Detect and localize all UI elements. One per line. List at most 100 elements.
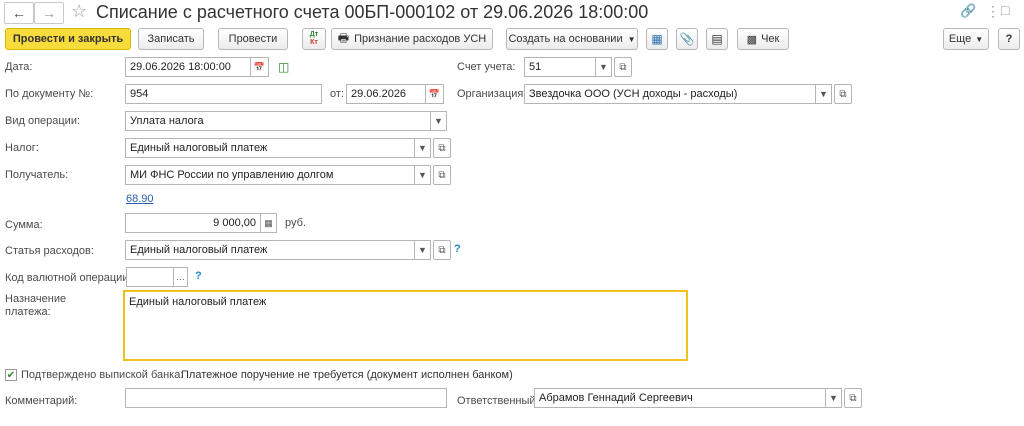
op-type-label: Вид операции: (5, 115, 81, 127)
maximize-icon[interactable]: □ (1001, 2, 1009, 18)
calculator-button[interactable]: ▦ (261, 213, 277, 233)
sum-field[interactable]: 9 000,00 (125, 213, 261, 233)
from-date-field[interactable]: 29.06.2026 (346, 84, 426, 104)
more-vert-icon[interactable]: ⋮ (986, 3, 1000, 20)
calculator-icon: ▦ (264, 217, 273, 228)
expense-open-button[interactable]: ⧉ (433, 240, 451, 260)
create-based-on-label: Создать на основании (508, 33, 623, 45)
currency-code-help-icon[interactable]: ? (195, 270, 202, 282)
org-field[interactable]: Звездочка ООО (УСН доходы - расходы) (524, 84, 816, 104)
caret-down-icon: ▼ (418, 170, 427, 180)
paperclip-icon: 📎 (679, 32, 695, 46)
account-field[interactable]: 51 (524, 57, 596, 77)
report-button[interactable]: ▤ (706, 28, 728, 50)
dtkt-icon-bottom: Кт (310, 39, 318, 46)
currency-code-field[interactable] (126, 267, 174, 287)
org-label: Организация: (457, 88, 527, 100)
account-dropdown[interactable]: ▼ (596, 57, 612, 77)
forward-button[interactable]: → (34, 2, 64, 24)
responsible-field[interactable]: Абрамов Геннадий Сергеевич (534, 388, 826, 408)
cash-register-icon: ▩ (746, 33, 758, 46)
tax-label: Налог: (5, 142, 39, 154)
recipient-open-button[interactable]: ⧉ (433, 165, 451, 185)
page-title: Списание с расчетного счета 00БП-000102 … (96, 2, 649, 22)
caret-down-icon: ▼ (434, 116, 443, 126)
currency-label: руб. (285, 217, 306, 229)
check-button[interactable]: ▩ Чек (737, 28, 789, 50)
dtkt-button[interactable]: Дт Кт (302, 28, 326, 50)
check-label: Чек (761, 33, 780, 45)
arrow-right-icon: → (42, 5, 56, 21)
ellipsis-icon: … (176, 272, 185, 282)
doc-no-label: По документу №: (5, 88, 94, 100)
confirmed-note: Платежное поручение не требуется (докуме… (181, 369, 513, 381)
responsible-label: Ответственный: (457, 395, 539, 407)
expense-help-icon[interactable]: ? (454, 243, 461, 255)
recipient-dropdown[interactable]: ▼ (415, 165, 431, 185)
post-and-close-button[interactable]: Провести и закрыть (5, 28, 131, 50)
account-open-button[interactable]: ⧉ (614, 57, 632, 77)
arrow-left-icon: ← (12, 5, 26, 21)
structure-button[interactable]: ▦ (646, 28, 668, 50)
purpose-textarea[interactable]: Единый налоговый платеж (123, 290, 688, 361)
expense-field[interactable]: Единый налоговый платеж (125, 240, 415, 260)
purpose-label-line2: платежа: (5, 306, 51, 318)
attach-button[interactable]: 📎 (676, 28, 698, 50)
from-label: от: (330, 88, 344, 100)
comment-label: Комментарий: (5, 395, 78, 407)
org-dropdown[interactable]: ▼ (816, 84, 832, 104)
open-form-icon: ⧉ (849, 392, 857, 404)
calendar-button[interactable]: 📅 (251, 57, 269, 77)
save-button[interactable]: Записать (138, 28, 204, 50)
star-icon[interactable]: ☆ (71, 1, 87, 22)
caret-down-icon: ▼ (418, 143, 427, 153)
confirmed-checkbox[interactable]: ✔ (5, 369, 17, 381)
printer-icon: 🖶 (337, 30, 350, 45)
checkmark-icon: ✔ (6, 369, 16, 381)
dtkt-icon-top: Дт (309, 31, 319, 38)
doc-no-field[interactable]: 954 (125, 84, 322, 104)
reception-icon[interactable]: ◫ (278, 60, 289, 74)
help-button[interactable]: ? (998, 28, 1020, 50)
responsible-dropdown[interactable]: ▼ (826, 388, 842, 408)
comment-field[interactable] (125, 388, 447, 408)
caret-down-icon: ▼ (599, 62, 608, 72)
currency-code-label: Код валютной операции: (5, 272, 132, 284)
op-type-dropdown[interactable]: ▼ (431, 111, 447, 131)
recognize-expenses-label: Признание расходов УСН (354, 33, 487, 45)
calendar-icon: 📅 (428, 88, 441, 99)
open-form-icon: ⧉ (619, 61, 627, 73)
recipient-field[interactable]: МИ ФНС России по управлению долгом (125, 165, 415, 185)
open-form-icon: ⧉ (438, 142, 446, 154)
tax-dropdown[interactable]: ▼ (415, 138, 431, 158)
from-calendar-button[interactable]: 📅 (426, 84, 444, 104)
link-icon[interactable]: 🔗 (960, 3, 976, 19)
calendar-icon: 📅 (253, 61, 266, 72)
expense-label: Статья расходов: (5, 245, 94, 257)
account-label: Счет учета: (457, 61, 516, 73)
tax-open-button[interactable]: ⧉ (433, 138, 451, 158)
open-form-icon: ⧉ (438, 169, 446, 181)
currency-code-select-button[interactable]: … (174, 267, 188, 287)
open-form-icon: ⧉ (438, 244, 446, 256)
structure-icon: ▦ (651, 32, 663, 46)
recognize-expenses-button[interactable]: 🖶 Признание расходов УСН (331, 28, 493, 50)
caret-down-icon: ▼ (975, 34, 984, 44)
more-button[interactable]: Еще ▼ (943, 28, 989, 50)
op-type-field[interactable]: Уплата налога (125, 111, 431, 131)
account-link[interactable]: 68.90 (126, 193, 154, 205)
org-open-button[interactable]: ⧉ (834, 84, 852, 104)
back-button[interactable]: ← (4, 2, 34, 24)
recipient-label: Получатель: (5, 169, 69, 181)
list-icon: ▤ (711, 32, 723, 46)
create-based-on-button[interactable]: Создать на основании ▼ (506, 28, 638, 50)
expense-dropdown[interactable]: ▼ (415, 240, 431, 260)
date-field[interactable]: 29.06.2026 18:00:00 (125, 57, 251, 77)
sum-label: Сумма: (5, 219, 43, 231)
post-button[interactable]: Провести (218, 28, 288, 50)
more-label: Еще (948, 33, 972, 45)
responsible-open-button[interactable]: ⧉ (844, 388, 862, 408)
purpose-label-line1: Назначение (5, 293, 67, 305)
tax-field[interactable]: Единый налоговый платеж (125, 138, 415, 158)
caret-down-icon: ▼ (627, 34, 636, 44)
